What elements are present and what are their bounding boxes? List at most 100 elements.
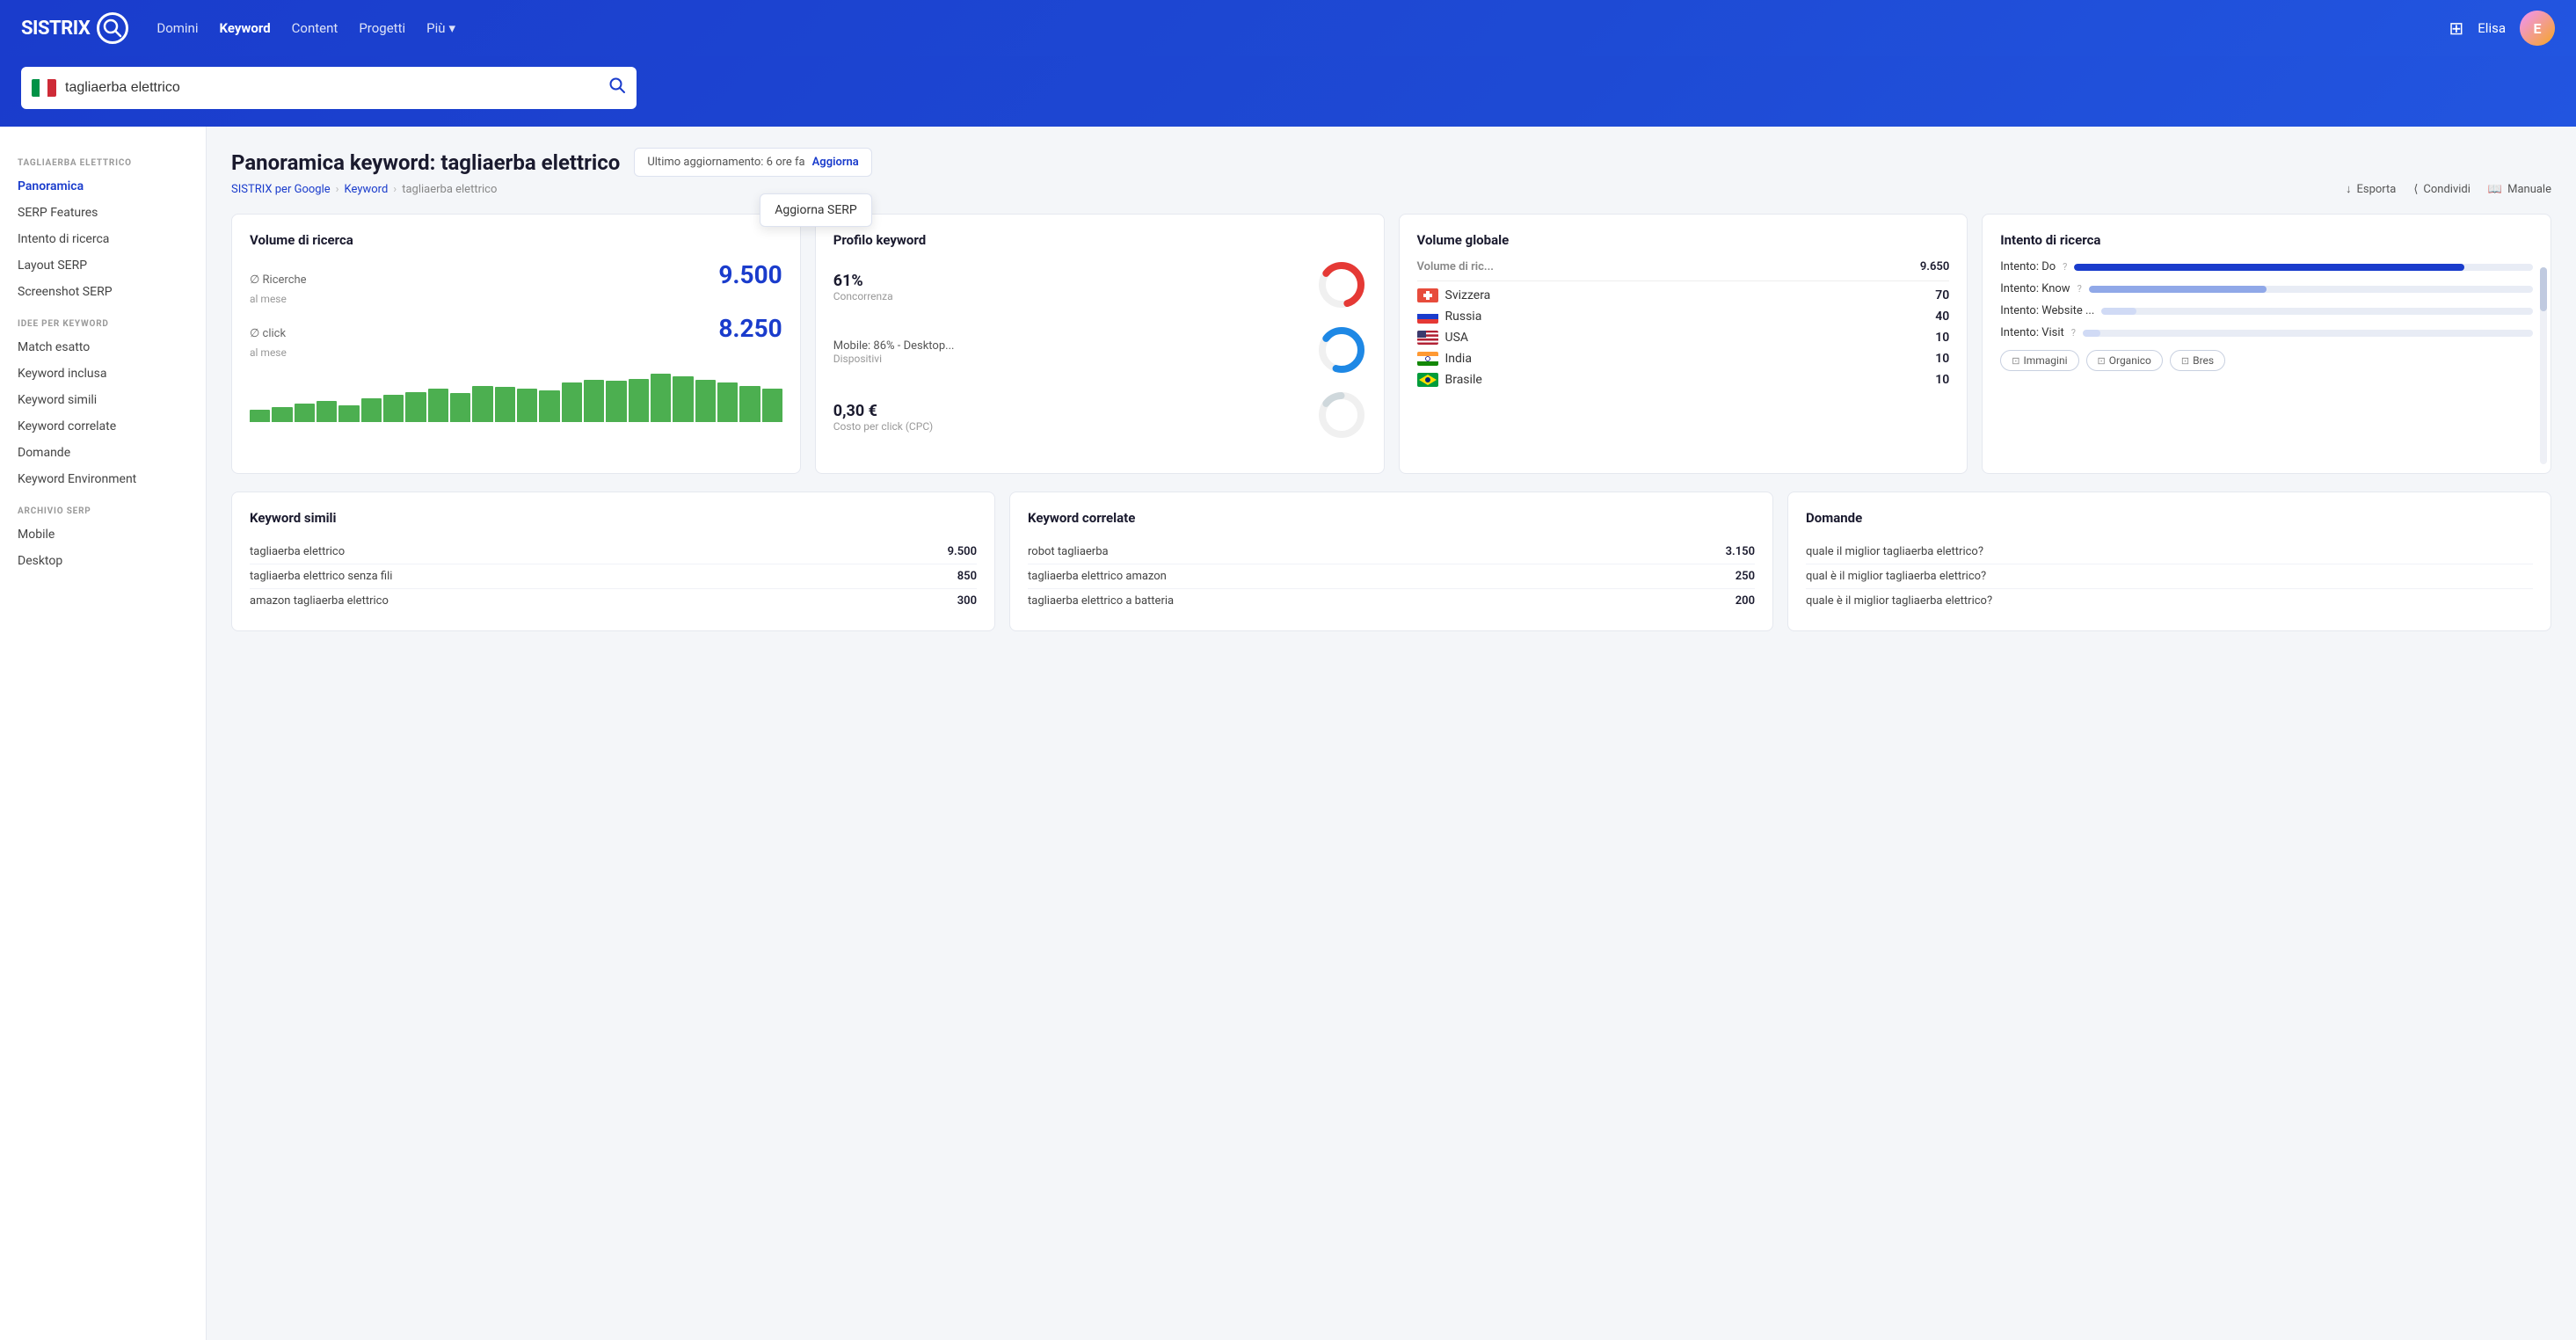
sidebar-item-keyword-correlate[interactable]: Keyword correlate	[0, 413, 206, 440]
logo[interactable]: SISTRIX	[21, 12, 128, 44]
sidebar-item-keyword-simili[interactable]: Keyword simili	[0, 387, 206, 413]
sidebar-item-match-esatto[interactable]: Match esatto	[0, 334, 206, 360]
intento-scrollbar[interactable]	[2540, 267, 2547, 464]
last-update-text: Ultimo aggiornamento: 6 ore fa	[647, 156, 804, 169]
kw-simili-count-0: 9.500	[948, 545, 977, 558]
intento-know-row: Intento: Know ?	[2000, 282, 2533, 295]
intento-website-label: Intento: Website ...	[2000, 304, 2094, 317]
bar-chart-bar	[338, 405, 359, 422]
help-icon-do[interactable]: ?	[2063, 261, 2067, 273]
page-header: Panoramica keyword: tagliaerba elettrico…	[231, 148, 2551, 177]
sidebar-item-keyword-environment[interactable]: Keyword Environment	[0, 466, 206, 492]
avatar[interactable]: E	[2520, 11, 2555, 46]
keyword-simili-card: Keyword simili tagliaerba elettrico 9.50…	[231, 492, 995, 631]
kw-correlate-count-0: 3.150	[1726, 545, 1755, 558]
tag-organico[interactable]: ⊡ Organico	[2086, 350, 2163, 371]
intento-do-row: Intento: Do ?	[2000, 260, 2533, 273]
keyword-correlate-title: Keyword correlate	[1028, 510, 1755, 526]
breadcrumb-keyword[interactable]: Keyword	[345, 183, 389, 196]
domanda-row-0[interactable]: quale il miglior tagliaerba elettrico?	[1806, 540, 2533, 564]
help-icon-visit[interactable]: ?	[2071, 327, 2076, 339]
sidebar-item-serp-features[interactable]: SERP Features	[0, 200, 206, 226]
export-button[interactable]: ↓ Esporta	[2346, 182, 2396, 196]
kw-correlate-row-1[interactable]: tagliaerba elettrico amazon 250	[1028, 564, 1755, 589]
cpc-gauge	[1317, 390, 1366, 440]
intento-do-label: Intento: Do	[2000, 260, 2056, 273]
sidebar-item-screenshot[interactable]: Screenshot SERP	[0, 279, 206, 305]
page-title-keyword: tagliaerba elettrico	[440, 150, 620, 175]
search-button[interactable]	[608, 76, 626, 99]
kw-correlate-row-2[interactable]: tagliaerba elettrico a batteria 200	[1028, 589, 1755, 613]
volume-globale-header-label: Volume di ric...	[1417, 260, 1495, 273]
bar-chart-bar	[295, 404, 315, 422]
country-ch-name: Svizzera	[1445, 288, 1491, 302]
bar-chart-bar	[450, 393, 470, 422]
tag-immagini[interactable]: ⊡ Immagini	[2000, 350, 2078, 371]
aggiorna-link[interactable]: Aggiorna	[812, 156, 859, 169]
aggiorna-dropdown[interactable]: Aggiorna SERP	[760, 193, 872, 227]
nav-keyword[interactable]: Keyword	[219, 17, 270, 40]
bar-chart-bar	[629, 379, 649, 423]
cpc-label: Costo per click (CPC)	[833, 420, 933, 433]
sidebar-item-domande[interactable]: Domande	[0, 440, 206, 466]
grid-icon[interactable]: ⊞	[2449, 18, 2464, 39]
dispositivi-pct: Mobile: 86% - Desktop...	[833, 339, 955, 353]
breadcrumb-sep-1: ›	[336, 183, 339, 196]
flag-in	[1417, 352, 1438, 366]
domanda-row-2[interactable]: quale è il miglior tagliaerba elettrico?	[1806, 589, 2533, 613]
domanda-row-1[interactable]: qual è il miglior tagliaerba elettrico?	[1806, 564, 2533, 589]
breadcrumb-sistrix[interactable]: SISTRIX per Google	[231, 183, 331, 196]
bar-chart-bar	[695, 380, 716, 422]
kw-correlate-name-1: tagliaerba elettrico amazon	[1028, 570, 1167, 583]
bar-chart-bar	[673, 376, 693, 422]
sidebar-item-intento[interactable]: Intento di ricerca	[0, 226, 206, 252]
sidebar-archivio-title: ARCHIVIO SERP	[0, 492, 206, 521]
volume-globale-header: Volume di ric... 9.650	[1417, 260, 1950, 281]
sidebar-item-mobile[interactable]: Mobile	[0, 521, 206, 548]
logo-icon	[97, 12, 128, 44]
kw-simili-row-0[interactable]: tagliaerba elettrico 9.500	[250, 540, 977, 564]
book-icon: 📖	[2488, 183, 2502, 196]
nav-domini[interactable]: Domini	[156, 17, 198, 40]
flag-ch	[1417, 288, 1438, 302]
country-in-value: 10	[1935, 352, 1949, 366]
search-input[interactable]	[65, 80, 600, 96]
image-icon: ⊡	[2012, 355, 2019, 367]
search-container	[21, 67, 637, 109]
kw-correlate-count-1: 250	[1736, 570, 1755, 583]
nav-more-label: Più	[426, 20, 445, 36]
breadcrumb-current: tagliaerba elettrico	[402, 183, 497, 196]
bottom-cards-grid: Keyword simili tagliaerba elettrico 9.50…	[231, 492, 2551, 631]
nav-content[interactable]: Content	[292, 17, 338, 40]
sidebar-item-panoramica[interactable]: Panoramica	[0, 173, 206, 200]
kw-simili-row-1[interactable]: tagliaerba elettrico senza fili 850	[250, 564, 977, 589]
bar-chart-bar	[272, 407, 292, 422]
flag-ru	[1417, 310, 1438, 324]
country-flag-it[interactable]	[32, 79, 56, 97]
bar-chart-bar	[472, 386, 492, 422]
sidebar-item-layout[interactable]: Layout SERP	[0, 252, 206, 279]
manual-button[interactable]: 📖 Manuale	[2488, 183, 2551, 196]
kw-correlate-name-0: robot tagliaerba	[1028, 545, 1109, 558]
intento-visit-bar-bg	[2083, 330, 2533, 337]
country-ch-value: 70	[1935, 288, 1949, 302]
help-icon-know[interactable]: ?	[2078, 283, 2082, 295]
page-title-prefix: Panoramica keyword:	[231, 150, 435, 175]
share-button[interactable]: ⟨ Condividi	[2413, 183, 2470, 196]
kw-simili-name-0: tagliaerba elettrico	[250, 545, 345, 558]
kw-simili-row-2[interactable]: amazon tagliaerba elettrico 300	[250, 589, 977, 613]
download-icon: ↓	[2346, 182, 2352, 196]
nav-progetti[interactable]: Progetti	[359, 17, 405, 40]
intento-know-bar-bg	[2089, 286, 2533, 293]
country-row-br: Brasile 10	[1417, 373, 1950, 387]
sidebar-item-desktop[interactable]: Desktop	[0, 548, 206, 574]
bar-chart-bar	[495, 387, 515, 422]
kw-correlate-row-0[interactable]: robot tagliaerba 3.150	[1028, 540, 1755, 564]
kw-correlate-name-2: tagliaerba elettrico a batteria	[1028, 594, 1174, 608]
tag-bres[interactable]: ⊡ Bres	[2170, 350, 2225, 371]
share-label: Condividi	[2423, 183, 2470, 196]
bar-chart-bar	[317, 401, 337, 422]
nav-more[interactable]: Più ▾	[426, 17, 455, 40]
sidebar-item-keyword-inclusa[interactable]: Keyword inclusa	[0, 360, 206, 387]
click-sub: al mese	[250, 346, 782, 359]
